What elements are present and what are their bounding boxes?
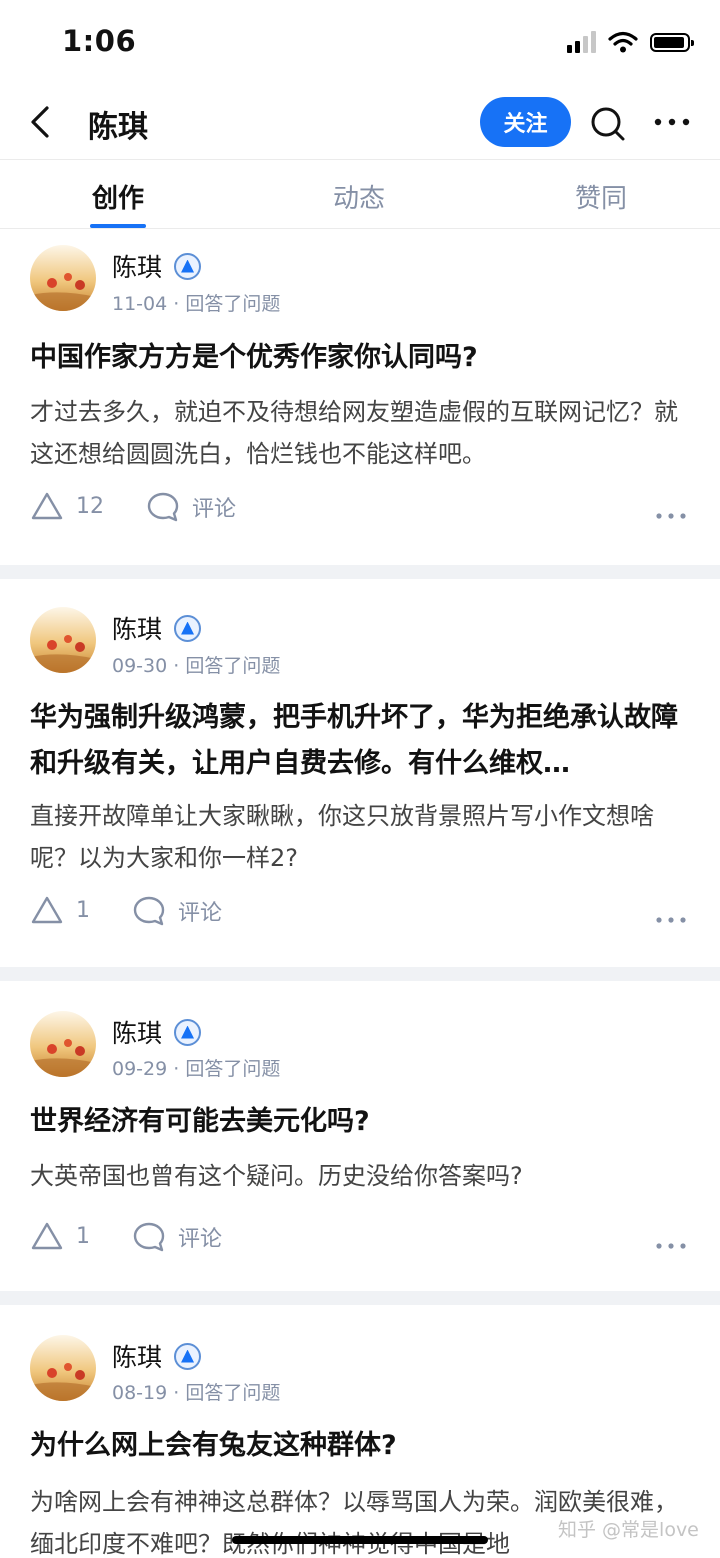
post-meta: 11-04 · 回答了问题	[112, 293, 281, 315]
watermark: 知乎 @常是love	[558, 1519, 699, 1541]
comment-button[interactable]: 评论	[146, 491, 236, 523]
feed-card[interactable]: 陈琪 11-04 · 回答了问题 中国作家方方是个优秀作家你认同吗? 才过去多久…	[0, 229, 720, 565]
answer-excerpt[interactable]: 才过去多久，就迫不及待想给网友塑造虚假的互联网记忆？就这还想给圆圆洗白，恰烂钱也…	[30, 391, 694, 475]
upvote-count: 1	[76, 1223, 90, 1249]
comment-icon	[133, 896, 165, 926]
more-icon[interactable]	[650, 108, 694, 136]
action-bar: 1 评论	[0, 895, 720, 945]
author-name[interactable]: 陈琪	[112, 610, 202, 646]
cellular-signal-icon	[567, 31, 596, 53]
post-meta: 08-19 · 回答了问题	[112, 1382, 281, 1404]
nav-bar: 陈琪 关注	[0, 88, 720, 158]
avatar[interactable]	[30, 1011, 96, 1077]
comment-label: 评论	[178, 1227, 223, 1252]
tab-upvoted[interactable]: 赞同	[541, 178, 661, 215]
follow-button[interactable]: 关注	[480, 97, 571, 147]
card-separator	[0, 967, 720, 981]
avatar[interactable]	[30, 1335, 96, 1401]
wifi-icon	[608, 31, 638, 53]
status-time: 1:06	[62, 24, 137, 58]
upvote-button[interactable]: 1	[30, 895, 90, 925]
upvote-count: 12	[76, 493, 104, 519]
comment-label: 评论	[192, 497, 237, 522]
upvote-icon	[31, 896, 63, 924]
avatar[interactable]	[30, 607, 96, 673]
avatar[interactable]	[30, 245, 96, 311]
author-label: 陈琪	[112, 1019, 163, 1048]
more-icon[interactable]	[654, 511, 688, 521]
upvote-icon	[31, 1222, 63, 1250]
action-bar: 12 评论	[0, 491, 720, 541]
verified-badge-icon	[174, 252, 202, 280]
page-title: 陈琪	[88, 110, 148, 145]
post-meta: 09-30 · 回答了问题	[112, 655, 281, 677]
comment-button[interactable]: 评论	[132, 1221, 222, 1253]
home-indicator[interactable]	[232, 1536, 488, 1544]
comment-label: 评论	[178, 901, 223, 926]
author-name[interactable]: 陈琪	[112, 1338, 202, 1374]
comment-icon	[147, 492, 179, 522]
answer-excerpt[interactable]: 大英帝国也曾有这个疑问。历史没给你答案吗?	[30, 1155, 694, 1197]
feed-card[interactable]: 陈琪 09-29 · 回答了问题 世界经济有可能去美元化吗? 大英帝国也曾有这个…	[0, 981, 720, 1291]
more-icon[interactable]	[654, 1241, 688, 1251]
tab-activity[interactable]: 动态	[299, 178, 419, 215]
upvote-button[interactable]: 1	[30, 1221, 90, 1251]
verified-badge-icon	[174, 1342, 202, 1370]
status-bar: 1:06	[0, 0, 720, 88]
author-label: 陈琪	[112, 1343, 163, 1372]
search-icon[interactable]	[588, 104, 628, 144]
post-meta: 09-29 · 回答了问题	[112, 1058, 281, 1080]
upvote-count: 1	[76, 897, 90, 923]
answer-excerpt[interactable]: 直接开故障单让大家瞅瞅，你这只放背景照片写小作文想啥呢？以为大家和你一样2?	[30, 795, 694, 879]
question-title[interactable]: 世界经济有可能去美元化吗?	[30, 1099, 694, 1145]
author-label: 陈琪	[112, 615, 163, 644]
battery-icon	[650, 32, 694, 52]
comment-button[interactable]: 评论	[132, 895, 222, 927]
author-name[interactable]: 陈琪	[112, 1014, 202, 1050]
question-title[interactable]: 为什么网上会有兔友这种群体?	[30, 1423, 694, 1469]
action-bar: 1 评论	[0, 1221, 720, 1271]
feed-card[interactable]: 陈琪 09-30 · 回答了问题 华为强制升级鸿蒙，把手机升坏了，华为拒绝承认故…	[0, 579, 720, 967]
verified-badge-icon	[174, 614, 202, 642]
upvote-icon	[31, 492, 63, 520]
verified-badge-icon	[174, 1018, 202, 1046]
upvote-button[interactable]: 12	[30, 491, 104, 521]
author-label: 陈琪	[112, 253, 163, 282]
question-title[interactable]: 中国作家方方是个优秀作家你认同吗?	[30, 335, 694, 381]
question-title[interactable]: 华为强制升级鸿蒙，把手机升坏了，华为拒绝承认故障和升级有关，让用户自费去修。有什…	[30, 695, 694, 787]
back-arrow-icon[interactable]	[22, 102, 62, 142]
status-icons	[567, 31, 694, 53]
author-name[interactable]: 陈琪	[112, 248, 202, 284]
tab-creation[interactable]: 创作	[58, 178, 178, 215]
comment-icon	[133, 1222, 165, 1252]
profile-tabs: 创作 动态 赞同	[0, 160, 720, 228]
card-separator	[0, 565, 720, 579]
card-separator	[0, 1291, 720, 1305]
more-icon[interactable]	[654, 915, 688, 925]
